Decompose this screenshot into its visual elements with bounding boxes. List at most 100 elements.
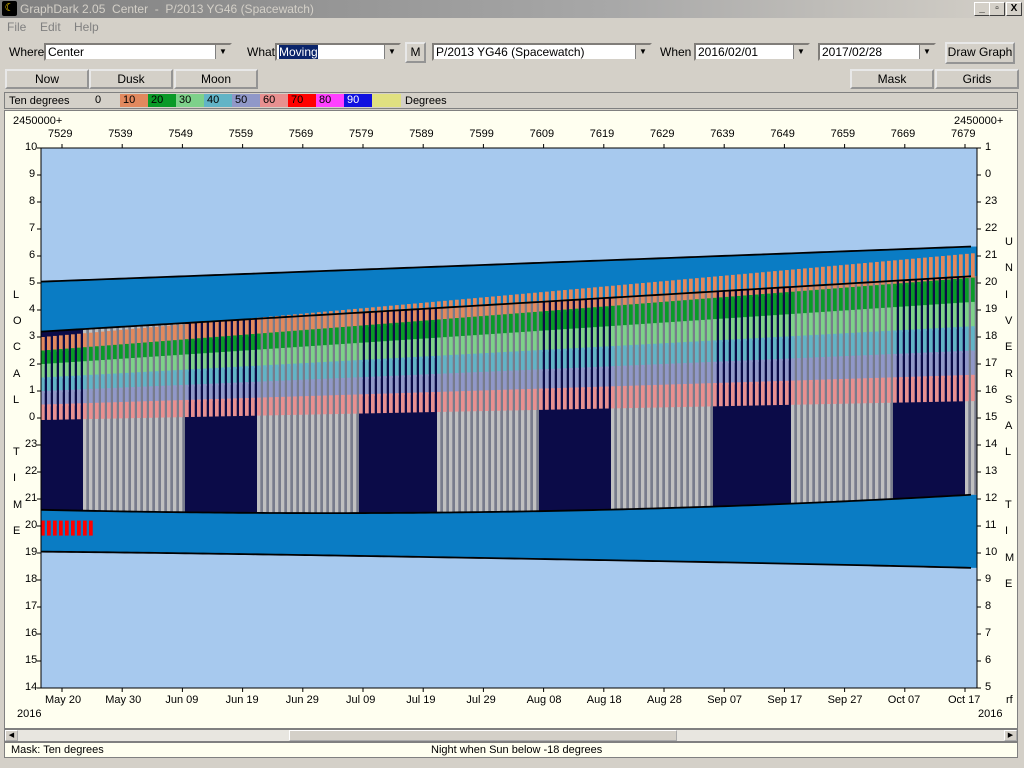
altitude-band xyxy=(707,340,711,364)
altitude-band xyxy=(137,357,141,375)
altitude-band-70 xyxy=(41,520,45,536)
altitude-band xyxy=(707,383,711,407)
date-tick-label: Jul 19 xyxy=(406,694,436,706)
altitude-band xyxy=(665,343,669,366)
altitude-band xyxy=(689,341,693,365)
altitude-band xyxy=(671,384,675,408)
altitude-band xyxy=(233,398,237,417)
scroll-thumb[interactable] xyxy=(289,730,677,741)
jd-tick-label: 7539 xyxy=(108,128,133,140)
altitude-band xyxy=(851,355,855,381)
altitude-band xyxy=(755,359,759,384)
altitude-band xyxy=(545,388,549,410)
scroll-left-icon[interactable]: ◀ xyxy=(5,730,18,741)
jd-tick-label: 7589 xyxy=(409,128,434,140)
altitude-band xyxy=(683,300,687,324)
altitude-band xyxy=(875,308,879,334)
altitude-band xyxy=(197,399,201,417)
altitude-band xyxy=(653,281,657,305)
altitude-band xyxy=(143,401,147,418)
altitude-band xyxy=(665,301,669,325)
altitude-band xyxy=(899,283,903,309)
altitude-band xyxy=(701,298,705,322)
altitude-band xyxy=(395,340,399,360)
altitude-band xyxy=(137,328,141,345)
altitude-band xyxy=(185,399,189,418)
altitude-band xyxy=(887,377,891,403)
altitude-band xyxy=(947,351,951,378)
altitude-band xyxy=(767,381,771,406)
altitude-band xyxy=(713,319,717,343)
scroll-right-icon[interactable]: ▶ xyxy=(1004,730,1017,741)
altitude-band xyxy=(179,369,183,387)
altitude-band xyxy=(797,291,801,316)
altitude-band xyxy=(431,355,435,377)
utc-hour-label: 21 xyxy=(985,249,998,261)
altitude-band xyxy=(545,349,549,372)
altitude-band xyxy=(89,374,93,391)
utc-time-letter: A xyxy=(1005,420,1013,433)
altitude-band xyxy=(431,337,435,358)
altitude-band xyxy=(443,355,447,376)
jd-tick-label: 7659 xyxy=(830,128,856,140)
altitude-band xyxy=(455,372,459,394)
altitude-band xyxy=(791,269,795,294)
altitude-band xyxy=(755,316,759,341)
altitude-band xyxy=(287,347,291,366)
altitude-band xyxy=(383,341,387,361)
altitude-band xyxy=(893,283,897,310)
horizontal-scrollbar[interactable]: ◀ ▶ xyxy=(4,729,1018,742)
altitude-band xyxy=(899,330,903,356)
altitude-band xyxy=(923,281,927,308)
altitude-band xyxy=(215,336,219,355)
altitude-band xyxy=(47,336,51,353)
altitude-band xyxy=(221,398,225,417)
altitude-band xyxy=(95,346,99,363)
altitude-band xyxy=(53,363,57,379)
altitude-band xyxy=(731,382,735,406)
altitude-band xyxy=(449,373,453,394)
altitude-band xyxy=(671,342,675,366)
altitude-band xyxy=(149,327,153,345)
altitude-band xyxy=(305,396,309,415)
altitude-band xyxy=(311,395,315,415)
altitude-band xyxy=(617,365,621,389)
altitude-band xyxy=(401,339,405,360)
utc-time-letter: T xyxy=(1005,499,1012,511)
altitude-band xyxy=(521,389,525,411)
altitude-band xyxy=(473,372,477,393)
altitude-band xyxy=(695,320,699,344)
altitude-band xyxy=(371,341,375,362)
altitude-band xyxy=(371,307,375,327)
altitude-band xyxy=(947,375,951,402)
status-mask: Mask: Ten degrees xyxy=(11,744,104,756)
altitude-band xyxy=(425,320,429,341)
altitude-band xyxy=(659,322,663,346)
jd-tick-label: 7599 xyxy=(469,128,494,140)
altitude-band xyxy=(797,335,801,361)
altitude-band xyxy=(497,371,501,392)
altitude-band xyxy=(743,338,747,363)
altitude-band xyxy=(671,363,675,387)
altitude-band xyxy=(527,388,531,411)
altitude-band xyxy=(245,334,249,353)
altitude-band xyxy=(113,344,117,362)
altitude-band xyxy=(95,388,99,405)
jd-tick-label: 7609 xyxy=(529,128,555,140)
altitude-band xyxy=(533,388,537,411)
altitude-band xyxy=(287,396,291,416)
altitude-band xyxy=(695,362,699,386)
altitude-band xyxy=(143,357,147,374)
altitude-band xyxy=(791,313,795,339)
local-time-letter: C xyxy=(13,341,21,354)
local-time-letter: L xyxy=(13,393,20,406)
altitude-band xyxy=(473,390,477,412)
altitude-band xyxy=(413,303,417,324)
altitude-band xyxy=(749,295,753,319)
altitude-band xyxy=(413,392,417,413)
altitude-band xyxy=(833,311,837,336)
local-time-letter: T xyxy=(13,446,20,459)
altitude-band xyxy=(347,326,351,346)
altitude-band xyxy=(47,350,51,366)
altitude-band-70 xyxy=(89,520,93,536)
